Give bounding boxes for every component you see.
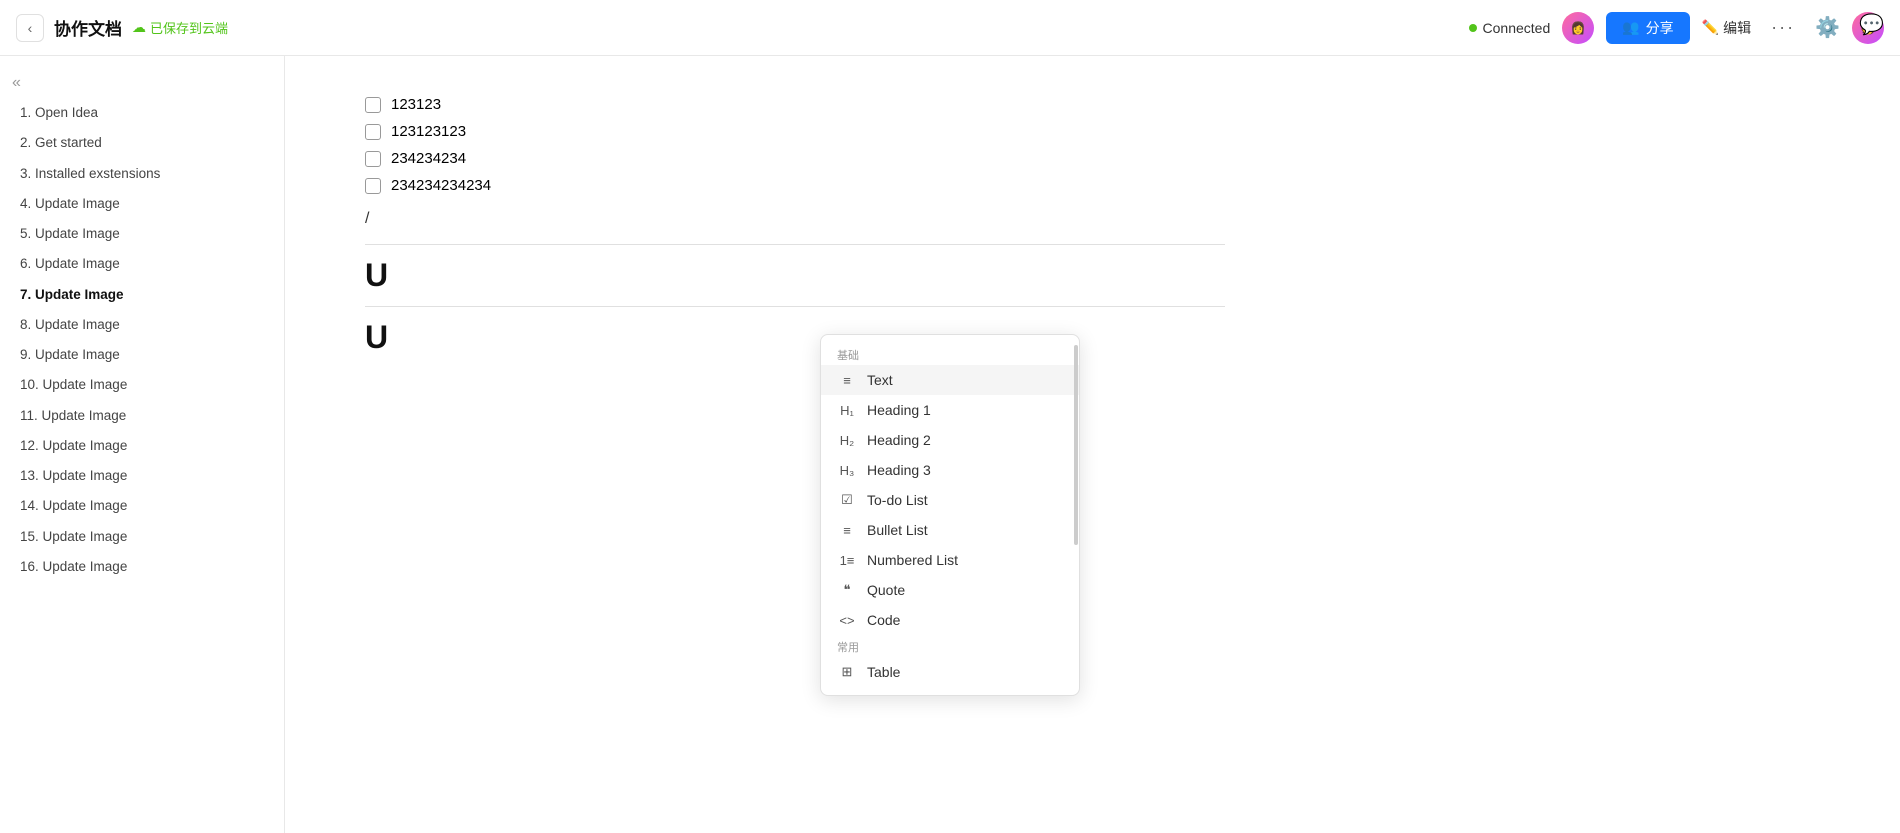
- heading-1-icon: H₁: [837, 403, 857, 418]
- menu-item-quote[interactable]: ❝ Quote: [821, 575, 1079, 605]
- theme-button[interactable]: ⚙️: [1815, 15, 1840, 40]
- comment-button[interactable]: 💬: [1859, 12, 1884, 37]
- cloud-save-status: ☁ 已保存到云端: [132, 18, 228, 37]
- sidebar-item-2[interactable]: 2. Get started: [0, 128, 284, 158]
- todo-list: 123123123123123234234234234234234234: [365, 96, 1225, 194]
- menu-item-heading-2[interactable]: H₂ Heading 2: [821, 425, 1079, 455]
- heading-2-icon: H₂: [837, 433, 857, 448]
- sidebar-item-6[interactable]: 6. Update Image: [0, 249, 284, 279]
- share-icon: 👥: [1622, 19, 1639, 36]
- to-do-list-icon: ☑: [837, 492, 857, 508]
- separator-2: [365, 306, 1225, 307]
- menu-item-text-label: Text: [867, 372, 893, 388]
- menu-item-to-do-list[interactable]: ☑ To-do List: [821, 485, 1079, 515]
- sidebar-item-3[interactable]: 3. Installed exstensions: [0, 159, 284, 189]
- user-avatar-1[interactable]: 👩: [1562, 12, 1594, 44]
- todo-item-4: 234234234234: [365, 177, 1225, 194]
- todo-checkbox-4[interactable]: [365, 178, 381, 194]
- sidebar-item-12[interactable]: 12. Update Image: [0, 431, 284, 461]
- sidebar-collapse-button[interactable]: «: [0, 68, 33, 98]
- menu-item-table-label: Table: [867, 664, 900, 680]
- sidebar-item-14[interactable]: 14. Update Image: [0, 491, 284, 521]
- menu-item-quote-label: Quote: [867, 582, 905, 598]
- todo-text-2: 123123123: [391, 123, 466, 140]
- sidebar-item-9[interactable]: 9. Update Image: [0, 340, 284, 370]
- header-right: Connected 👩 👥 分享 ✏️ 编辑 ··· ⚙️ 🧑 💬: [1469, 12, 1884, 44]
- dropdown-items-list: ≡ Text H₁ Heading 1 H₂ Heading 2 H₃ Heading 3 ☑ T…: [821, 365, 1079, 635]
- menu-item-heading-1[interactable]: H₁ Heading 1: [821, 395, 1079, 425]
- pencil-icon: ✏️: [1702, 19, 1719, 36]
- menu-item-heading-3-label: Heading 3: [867, 462, 931, 478]
- sidebar-nav: 1. Open Idea2. Get started3. Installed e…: [0, 98, 284, 582]
- menu-item-heading-1-label: Heading 1: [867, 402, 931, 418]
- slash-command-dropdown: 基础 ≡ Text H₁ Heading 1 H₂ Heading 2 H₃ Heading …: [820, 334, 1080, 696]
- todo-text-4: 234234234234: [391, 177, 491, 194]
- todo-item-3: 234234234: [365, 150, 1225, 167]
- todo-item-2: 123123123: [365, 123, 1225, 140]
- text-icon: ≡: [837, 373, 857, 388]
- sidebar-item-8[interactable]: 8. Update Image: [0, 310, 284, 340]
- numbered-list-icon: 1≡: [837, 553, 857, 568]
- header: ‹ 协作文档 ☁ 已保存到云端 Connected 👩 👥 分享 ✏️ 编辑 ·…: [0, 0, 1900, 56]
- menu-item-code-label: Code: [867, 612, 900, 628]
- menu-item-text[interactable]: ≡ Text: [821, 365, 1079, 395]
- sidebar-item-5[interactable]: 5. Update Image: [0, 219, 284, 249]
- sidebar-item-1[interactable]: 1. Open Idea: [0, 98, 284, 128]
- table-icon: ⊞: [837, 664, 857, 680]
- separator-1: [365, 244, 1225, 245]
- header-left: ‹ 协作文档 ☁ 已保存到云端: [16, 14, 1457, 42]
- cloud-save-label: 已保存到云端: [150, 18, 228, 37]
- editor-area[interactable]: 123123123123123234234234234234234234 / U…: [285, 56, 1900, 833]
- more-button[interactable]: ···: [1763, 13, 1803, 42]
- big-letter-2: U: [365, 319, 1225, 356]
- sidebar-item-7[interactable]: 7. Update Image: [0, 280, 284, 310]
- sidebar-item-15[interactable]: 15. Update Image: [0, 522, 284, 552]
- sidebar-item-10[interactable]: 10. Update Image: [0, 370, 284, 400]
- menu-item-code[interactable]: <> Code: [821, 605, 1079, 635]
- quote-icon: ❝: [837, 582, 857, 598]
- back-button[interactable]: ‹: [16, 14, 44, 42]
- section-common-label: 常用: [821, 635, 1079, 657]
- todo-text-3: 234234234: [391, 150, 466, 167]
- dropdown-scrollbar[interactable]: [1073, 335, 1079, 695]
- menu-item-table[interactable]: ⊞ Table: [821, 657, 1079, 687]
- todo-item-1: 123123: [365, 96, 1225, 113]
- menu-item-heading-3[interactable]: H₃ Heading 3: [821, 455, 1079, 485]
- edit-button[interactable]: ✏️ 编辑: [1702, 18, 1751, 38]
- menu-item-numbered-list[interactable]: 1≡ Numbered List: [821, 545, 1079, 575]
- code-icon: <>: [837, 613, 857, 628]
- heading-3-icon: H₃: [837, 463, 857, 478]
- big-letter-1: U: [365, 257, 1225, 294]
- menu-item-bullet-list-label: Bullet List: [867, 522, 928, 538]
- sidebar-item-16[interactable]: 16. Update Image: [0, 552, 284, 582]
- slash-command-line: /: [365, 210, 1225, 228]
- todo-checkbox-3[interactable]: [365, 151, 381, 167]
- sidebar: « 1. Open Idea2. Get started3. Installed…: [0, 56, 285, 833]
- menu-item-to-do-list-label: To-do List: [867, 492, 928, 508]
- cloud-icon: ☁: [132, 19, 146, 36]
- scrollbar-thumb: [1074, 345, 1078, 545]
- todo-checkbox-1[interactable]: [365, 97, 381, 113]
- menu-item-heading-2-label: Heading 2: [867, 432, 931, 448]
- todo-text-1: 123123: [391, 96, 441, 113]
- sidebar-item-11[interactable]: 11. Update Image: [0, 401, 284, 431]
- sidebar-item-13[interactable]: 13. Update Image: [0, 461, 284, 491]
- connected-label: Connected: [1483, 20, 1551, 36]
- sidebar-item-4[interactable]: 4. Update Image: [0, 189, 284, 219]
- main-layout: « 1. Open Idea2. Get started3. Installed…: [0, 56, 1900, 833]
- bullet-list-icon: ≡: [837, 523, 857, 538]
- menu-item-bullet-list[interactable]: ≡ Bullet List: [821, 515, 1079, 545]
- editor-content: 123123123123123234234234234234234234 / U…: [365, 96, 1225, 356]
- menu-item-numbered-list-label: Numbered List: [867, 552, 958, 568]
- section-basic-label: 基础: [821, 343, 1079, 365]
- todo-checkbox-2[interactable]: [365, 124, 381, 140]
- connected-indicator: Connected: [1469, 20, 1551, 36]
- connection-dot: [1469, 24, 1477, 32]
- doc-title: 协作文档: [54, 15, 122, 40]
- share-button[interactable]: 👥 分享: [1606, 12, 1689, 44]
